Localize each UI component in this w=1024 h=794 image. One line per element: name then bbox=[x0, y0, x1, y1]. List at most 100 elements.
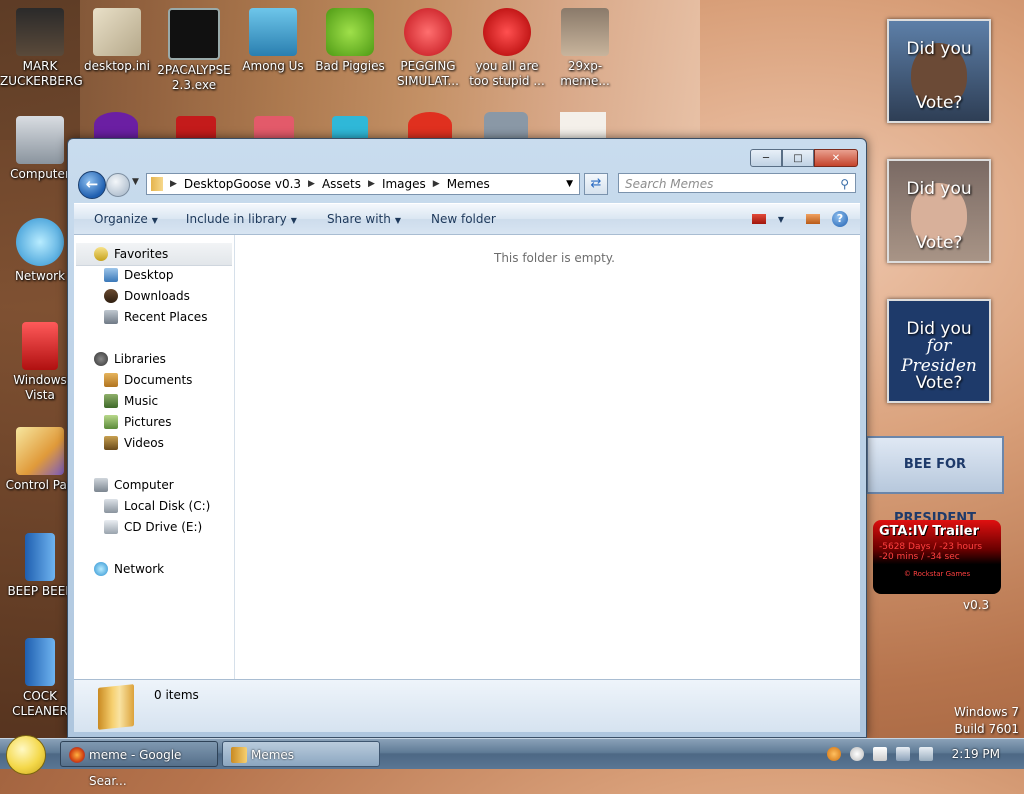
back-button[interactable]: ← bbox=[78, 171, 106, 199]
recent-places-icon bbox=[104, 310, 118, 324]
icon-label: Among Us bbox=[242, 59, 304, 73]
help-icon[interactable]: ? bbox=[832, 211, 848, 227]
nav-label: Recent Places bbox=[124, 310, 208, 324]
preview-pane-icon[interactable] bbox=[806, 214, 820, 224]
videos-icon bbox=[104, 436, 118, 450]
include-in-library-menu[interactable]: Include in library ▼ bbox=[172, 212, 311, 226]
photo-icon bbox=[561, 8, 609, 56]
close-button[interactable]: ✕ bbox=[814, 149, 858, 167]
desktop-icon-partial-p-logo[interactable] bbox=[408, 112, 452, 138]
nav-label: Pictures bbox=[124, 415, 172, 429]
console-icon bbox=[168, 8, 220, 60]
nav-desktop[interactable]: Desktop bbox=[104, 265, 174, 285]
desktop-icon-desktop-ini[interactable]: desktop.ini bbox=[77, 8, 157, 74]
icon-label: ZUCKERBERG bbox=[0, 74, 83, 88]
nav-label: Computer bbox=[114, 478, 174, 492]
desktop-icon-bad-piggies[interactable]: Bad Piggies bbox=[310, 8, 390, 74]
vote-gadget-3[interactable]: Did you for Presiden Vote? bbox=[887, 299, 991, 403]
nav-cd-drive[interactable]: CD Drive (E:) bbox=[104, 517, 202, 537]
clock[interactable]: 2:19 PM bbox=[952, 747, 1000, 761]
minimize-button[interactable]: ─ bbox=[750, 149, 782, 167]
desktop-icon-partial-game[interactable] bbox=[254, 116, 294, 138]
explorer-window[interactable]: ─ □ ✕ ← ▼ ▶ DesktopGoose v0.3 ▶ Assets ▶… bbox=[67, 138, 867, 738]
desktop-icon-partial-yahoo[interactable] bbox=[94, 112, 138, 138]
maximize-button[interactable]: □ bbox=[782, 149, 814, 167]
breadcrumb-assets[interactable]: Assets bbox=[318, 177, 365, 191]
refresh-button[interactable]: ⇄ bbox=[584, 173, 608, 195]
search-input[interactable]: Search Memes ⚲ bbox=[618, 173, 856, 193]
taskbar: meme - Google Sear... Memes 2:19 PM bbox=[0, 735, 1024, 788]
empty-folder-message: This folder is empty. bbox=[494, 251, 615, 265]
search-icon[interactable]: ⚲ bbox=[840, 174, 849, 194]
address-bar[interactable]: ▶ DesktopGoose v0.3 ▶ Assets ▶ Images ▶ … bbox=[146, 173, 580, 195]
icon-label: MARK bbox=[22, 59, 58, 73]
game-icon bbox=[249, 8, 297, 56]
chevron-down-icon[interactable]: ▼ bbox=[778, 215, 784, 224]
desktop-icon-label-v03[interactable]: v0.3 bbox=[963, 598, 989, 612]
documents-icon bbox=[104, 373, 118, 387]
change-view-icon[interactable] bbox=[751, 214, 766, 224]
nav-libraries[interactable]: Libraries bbox=[94, 349, 166, 369]
watermark-line: Build 7601 bbox=[954, 722, 1019, 736]
search-tray-icon[interactable] bbox=[826, 747, 841, 761]
breadcrumb-separator[interactable]: ▶ bbox=[365, 179, 378, 189]
desktop-icon-29xp-meme[interactable]: 29xp-meme... bbox=[545, 8, 625, 89]
nav-documents[interactable]: Documents bbox=[104, 370, 192, 390]
banner-text: BEE FOR PRESIDENT bbox=[893, 457, 977, 526]
gta-countdown-gadget[interactable]: GTA:IV Trailer -5628 Days / -23 hours -2… bbox=[873, 520, 1001, 594]
smiley-icon[interactable] bbox=[849, 747, 864, 761]
breadcrumb-separator[interactable]: ▶ bbox=[305, 179, 318, 189]
president-banner-gadget[interactable]: BEE FOR PRESIDENT bbox=[866, 436, 1004, 526]
desktop-icon-partial-gem[interactable] bbox=[332, 116, 368, 138]
star-icon bbox=[94, 247, 108, 261]
nav-downloads[interactable]: Downloads bbox=[104, 286, 190, 306]
breadcrumb-separator[interactable]: ▶ bbox=[430, 179, 443, 189]
nav-music[interactable]: Music bbox=[104, 391, 158, 411]
nav-network[interactable]: Network bbox=[94, 559, 164, 579]
desktop-icon-partial-document[interactable] bbox=[560, 112, 606, 138]
nav-pictures[interactable]: Pictures bbox=[104, 412, 172, 432]
desktop-icon-pegging-simulator[interactable]: PEGGING SIMULAT... bbox=[388, 8, 468, 89]
nav-videos[interactable]: Videos bbox=[104, 433, 164, 453]
icon-label: too stupid ... bbox=[469, 74, 545, 88]
start-button[interactable] bbox=[6, 735, 46, 775]
navigation-pane: Favorites Desktop Downloads Recent Place… bbox=[74, 235, 235, 679]
flag-icon[interactable] bbox=[872, 747, 887, 761]
details-pane: 0 items bbox=[74, 679, 860, 732]
taskbar-button-explorer[interactable]: Memes bbox=[222, 741, 380, 767]
address-dropdown-icon[interactable]: ▼ bbox=[566, 179, 579, 189]
breadcrumb-separator[interactable]: ▶ bbox=[167, 179, 180, 189]
volume-icon[interactable] bbox=[918, 747, 933, 761]
network-icon bbox=[94, 562, 108, 576]
breadcrumb-memes[interactable]: Memes bbox=[443, 177, 494, 191]
nav-local-disk[interactable]: Local Disk (C:) bbox=[104, 496, 210, 516]
watermark-line: Windows 7 bbox=[953, 705, 1019, 719]
new-folder-button[interactable]: New folder bbox=[415, 212, 510, 226]
item-count: 0 items bbox=[154, 688, 199, 702]
gta-title: GTA:IV Trailer bbox=[879, 524, 979, 539]
nav-recent-places[interactable]: Recent Places bbox=[104, 307, 207, 327]
icon-label: Bad Piggies bbox=[315, 59, 385, 73]
forward-button[interactable] bbox=[106, 173, 130, 197]
desktop-icon-partial-gear[interactable] bbox=[484, 112, 528, 138]
desktop-icon bbox=[104, 268, 118, 282]
person-icon bbox=[16, 8, 64, 56]
nav-computer[interactable]: Computer bbox=[94, 475, 174, 495]
desktop-icon-you-all-are-too-stupid[interactable]: you all are too stupid ... bbox=[467, 8, 547, 89]
organize-menu[interactable]: Organize ▼ bbox=[74, 212, 172, 226]
breadcrumb-desktopgoose[interactable]: DesktopGoose v0.3 bbox=[180, 177, 305, 191]
content-area: Favorites Desktop Downloads Recent Place… bbox=[74, 234, 860, 679]
breadcrumb-images[interactable]: Images bbox=[378, 177, 430, 191]
nav-favorites[interactable]: Favorites bbox=[94, 244, 168, 264]
network-tray-icon[interactable] bbox=[895, 747, 910, 761]
taskbar-button-firefox[interactable]: meme - Google Sear... bbox=[60, 741, 218, 788]
recent-pages-dropdown[interactable]: ▼ bbox=[132, 177, 139, 187]
vote-gadget-2[interactable]: Did you Vote? bbox=[887, 159, 991, 263]
vote-gadget-1[interactable]: Did you Vote? bbox=[887, 19, 991, 123]
desktop-icon-partial-angry-birds[interactable] bbox=[176, 116, 216, 138]
control-panel-icon bbox=[16, 427, 64, 475]
desktop-icon-among-us[interactable]: Among Us bbox=[233, 8, 313, 74]
desktop-icon-mark-zuckerberg[interactable]: MARK ZUCKERBERG bbox=[0, 8, 83, 89]
desktop-icon-2pacalypse[interactable]: 2PACALYPSE 2.3.exe bbox=[154, 8, 234, 93]
share-with-menu[interactable]: Share with ▼ bbox=[311, 212, 415, 226]
